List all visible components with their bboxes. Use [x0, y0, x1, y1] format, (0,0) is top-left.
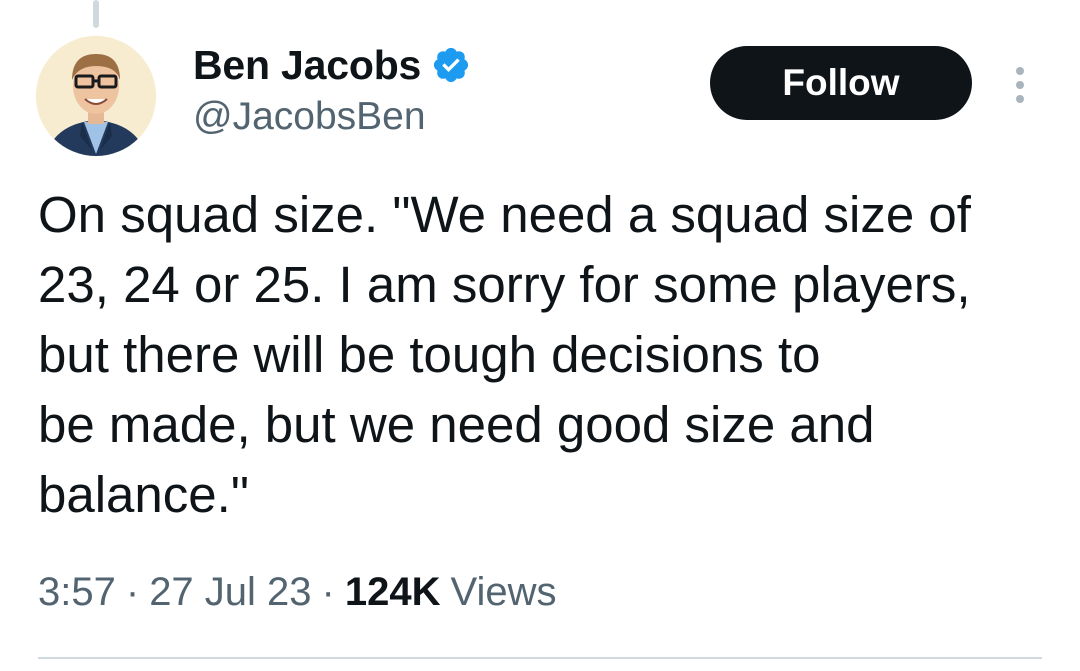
- thread-connector-line: [93, 0, 99, 28]
- tweet-text-line: balance.": [38, 466, 249, 523]
- author-display-name[interactable]: Ben Jacobs: [193, 42, 421, 89]
- tweet-text: On squad size. "We need a squad size of …: [38, 180, 1058, 530]
- tweet-metadata: 3:57 · 27 Jul 23 · 124K Views: [38, 570, 556, 615]
- avatar[interactable]: [36, 36, 156, 156]
- tweet-text-line: On squad size. "We need a squad size of: [38, 186, 971, 243]
- divider: [38, 657, 1042, 659]
- tweet-date[interactable]: 27 Jul 23: [149, 570, 311, 615]
- tweet-time[interactable]: 3:57: [38, 570, 116, 615]
- meta-separator: ·: [321, 570, 335, 614]
- views-count[interactable]: 124K: [345, 570, 441, 615]
- follow-button[interactable]: Follow: [710, 46, 972, 120]
- author-handle[interactable]: @JacobsBen: [193, 95, 426, 139]
- verified-badge-icon[interactable]: [431, 45, 471, 85]
- author-name-row: Ben Jacobs: [193, 40, 471, 90]
- tweet-text-line: 23, 24 or 25. I am sorry for some player…: [38, 256, 971, 313]
- more-vertical-icon: [1016, 67, 1024, 103]
- meta-separator: ·: [125, 570, 140, 614]
- tweet-text-line: be made, but we need good size and: [38, 396, 875, 453]
- tweet-text-line: but there will be tough decisions to: [38, 326, 821, 383]
- views-label[interactable]: Views: [450, 570, 556, 615]
- more-options-button[interactable]: [1000, 60, 1040, 110]
- avatar-photo: [36, 36, 156, 156]
